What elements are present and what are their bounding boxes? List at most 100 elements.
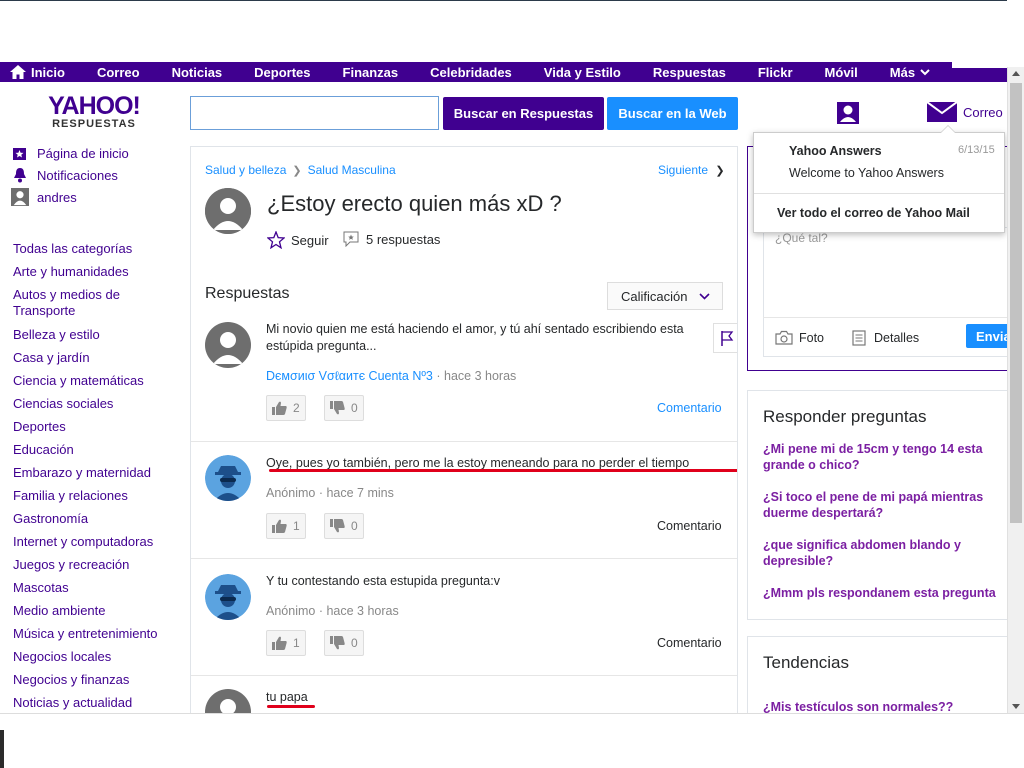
- follow-button[interactable]: Seguir: [267, 231, 329, 249]
- answers-heading: Respuestas: [205, 285, 290, 302]
- category-item[interactable]: Autos y medios de: [13, 287, 158, 303]
- asker-avatar[interactable]: [205, 188, 251, 234]
- camera-icon: [775, 330, 793, 345]
- thumbs-up-icon: [272, 401, 287, 415]
- category-item[interactable]: Mascotas: [13, 576, 158, 599]
- nav-gap: [952, 62, 1007, 68]
- answer-text: tu papa: [266, 690, 308, 704]
- downvote-button[interactable]: 0: [324, 630, 364, 656]
- answer-avatar[interactable]: [205, 689, 251, 713]
- question-link[interactable]: ¿Mmm pls respondanem esta pregunta: [763, 585, 1008, 601]
- send-button[interactable]: Envia: [966, 324, 1011, 348]
- question-link[interactable]: ¿que significa abdomen blando y depresib…: [763, 537, 1008, 569]
- view-all-mail-link[interactable]: Ver todo el correo de Yahoo Mail: [777, 206, 970, 220]
- category-item[interactable]: Noticias y actualidad: [13, 691, 158, 714]
- downvote-button[interactable]: 0: [324, 513, 364, 539]
- next-label: Siguiente: [658, 163, 709, 177]
- category-item[interactable]: Negocios locales: [13, 645, 158, 668]
- dropdown-caret-fill: [941, 126, 955, 133]
- details-button[interactable]: Detalles: [852, 330, 919, 346]
- nav-correo[interactable]: Correo: [81, 62, 156, 82]
- trends-card: Tendencias ¿Mis testículos son normales?…: [747, 636, 1007, 714]
- sidebar-user[interactable]: andres: [11, 186, 180, 208]
- sidebar-home[interactable]: Página de inicio: [11, 142, 180, 164]
- category-item[interactable]: Juegos y recreación: [13, 553, 158, 576]
- answers-count-label: 5 respuestas: [366, 231, 441, 247]
- mail-link[interactable]: Correo: [927, 102, 1003, 122]
- category-item-cont[interactable]: Transporte: [13, 303, 158, 319]
- nav-finanzas[interactable]: Finanzas: [327, 62, 415, 82]
- category-item[interactable]: Belleza y estilo: [13, 323, 158, 346]
- composer-placeholder: ¿Qué tal?: [775, 231, 828, 245]
- category-item[interactable]: Música y entretenimiento: [13, 622, 158, 645]
- downvote-count: 0: [351, 401, 358, 415]
- search-input[interactable]: [190, 96, 439, 130]
- photo-button[interactable]: Foto: [775, 330, 824, 345]
- scrollbar[interactable]: [1007, 67, 1024, 713]
- upvote-button[interactable]: 1: [266, 513, 306, 539]
- category-item[interactable]: Casa y jardín: [13, 346, 158, 369]
- downvote-button[interactable]: 0: [324, 395, 364, 421]
- mail-subject[interactable]: Welcome to Yahoo Answers: [789, 166, 944, 180]
- nav-mas[interactable]: Más: [874, 62, 951, 82]
- next-question-link[interactable]: Siguiente ❯: [658, 163, 725, 177]
- category-item[interactable]: Familia y relaciones: [13, 484, 158, 507]
- breadcrumb-salud-masculina[interactable]: Salud Masculina: [308, 163, 396, 177]
- category-item[interactable]: Ciencia y matemáticas: [13, 369, 158, 392]
- answer-avatar[interactable]: [205, 455, 251, 501]
- upvote-count: 1: [293, 636, 300, 650]
- nav-label: Más: [889, 64, 916, 80]
- user-icon: [11, 188, 29, 206]
- category-item[interactable]: Todas las categorías: [13, 237, 158, 260]
- category-item[interactable]: Arte y humanidades: [13, 260, 158, 283]
- answer-avatar[interactable]: [205, 574, 251, 620]
- question-link[interactable]: ¿Mi pene mi de 15cm y tengo 14 esta gran…: [763, 441, 1008, 473]
- category-item[interactable]: Gastronomía: [13, 507, 158, 530]
- upvote-button[interactable]: 1: [266, 630, 306, 656]
- category-item[interactable]: Internet y computadoras: [13, 530, 158, 553]
- scroll-up-icon[interactable]: [1012, 71, 1020, 76]
- nav-flickr[interactable]: Flickr: [742, 62, 809, 82]
- flag-icon: [721, 331, 734, 346]
- star-badge-icon: [11, 144, 29, 162]
- category-item[interactable]: Educación: [13, 438, 158, 461]
- comment-link[interactable]: Comentario: [657, 519, 722, 533]
- sort-label: Calificación: [621, 288, 688, 304]
- answer-avatar[interactable]: [205, 322, 251, 368]
- search-answers-button[interactable]: Buscar en Respuestas: [443, 97, 604, 130]
- scroll-thumb[interactable]: [1010, 83, 1022, 523]
- anonymous-icon: [205, 455, 251, 501]
- sort-dropdown[interactable]: Calificación: [607, 282, 723, 310]
- category-item[interactable]: Negocios y finanzas: [13, 668, 158, 691]
- nav-inicio[interactable]: Inicio: [0, 62, 81, 82]
- yahoo-logo[interactable]: YAHOO! RESPUESTAS: [46, 93, 142, 130]
- profile-icon[interactable]: [837, 102, 859, 129]
- left-sidebar: Página de inicio Notificaciones andres T…: [0, 142, 180, 710]
- flag-button[interactable]: [713, 323, 737, 353]
- sidebar-home-label: Página de inicio: [37, 145, 129, 161]
- category-item[interactable]: Medio ambiente: [13, 599, 158, 622]
- breadcrumb-salud-belleza[interactable]: Salud y belleza: [205, 163, 286, 177]
- category-item[interactable]: Deportes: [13, 415, 158, 438]
- upvote-button[interactable]: 2: [266, 395, 306, 421]
- nav-respuestas[interactable]: Respuestas: [637, 62, 742, 82]
- category-item[interactable]: Ciencias sociales: [13, 392, 158, 415]
- mail-sender[interactable]: Yahoo Answers: [789, 144, 882, 158]
- nav-movil[interactable]: Móvil: [809, 62, 874, 82]
- nav-celebridades[interactable]: Celebridades: [414, 62, 528, 82]
- question-link[interactable]: ¿Si toco el pene de mi papá mientras due…: [763, 489, 1008, 521]
- comment-link[interactable]: Comentario: [657, 636, 722, 650]
- nav-noticias[interactable]: Noticias: [156, 62, 239, 82]
- answer-author[interactable]: Dємσиισ Vσℓαитє Cuenta Nº3: [266, 369, 433, 383]
- scroll-down-icon[interactable]: [1012, 704, 1020, 709]
- nav-deportes[interactable]: Deportes: [238, 62, 326, 82]
- document-icon: [852, 330, 866, 346]
- answer-item: Oye, pues yo también, pero me la estoy m…: [191, 441, 737, 558]
- search-web-button[interactable]: Buscar en la Web: [607, 97, 738, 130]
- sidebar-notifications[interactable]: Notificaciones: [11, 164, 180, 186]
- breadcrumb: Salud y belleza ❯ Salud Masculina: [205, 163, 396, 177]
- category-item[interactable]: Embarazo y maternidad: [13, 461, 158, 484]
- answer-author: Anónimo: [266, 604, 316, 618]
- comment-link[interactable]: Comentario: [657, 401, 722, 415]
- nav-vida-estilo[interactable]: Vida y Estilo: [528, 62, 637, 82]
